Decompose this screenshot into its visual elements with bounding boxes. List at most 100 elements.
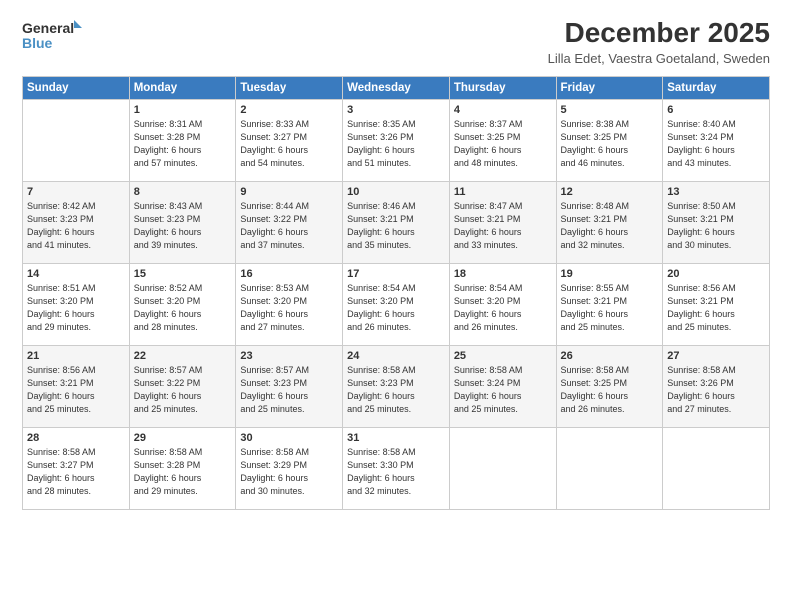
day-info: Sunrise: 8:58 AMSunset: 3:28 PMDaylight:… xyxy=(134,446,232,498)
day-number: 21 xyxy=(27,350,125,362)
day-number: 16 xyxy=(240,268,338,280)
header-cell-thursday: Thursday xyxy=(449,76,556,99)
day-cell: 19 Sunrise: 8:55 AMSunset: 3:21 PMDayligh… xyxy=(556,263,663,345)
day-number: 13 xyxy=(667,186,765,198)
svg-text:Blue: Blue xyxy=(22,35,53,51)
day-number: 30 xyxy=(240,432,338,444)
day-info: Sunrise: 8:31 AMSunset: 3:28 PMDaylight:… xyxy=(134,118,232,170)
week-row-2: 7 Sunrise: 8:42 AMSunset: 3:23 PMDaylight… xyxy=(23,181,770,263)
day-number: 17 xyxy=(347,268,445,280)
svg-text:General: General xyxy=(22,20,74,36)
day-info: Sunrise: 8:57 AMSunset: 3:23 PMDaylight:… xyxy=(240,364,338,416)
day-cell: 25 Sunrise: 8:58 AMSunset: 3:24 PMDayligh… xyxy=(449,345,556,427)
day-info: Sunrise: 8:46 AMSunset: 3:21 PMDaylight:… xyxy=(347,200,445,252)
day-info: Sunrise: 8:42 AMSunset: 3:23 PMDaylight:… xyxy=(27,200,125,252)
day-info: Sunrise: 8:54 AMSunset: 3:20 PMDaylight:… xyxy=(454,282,552,334)
day-number: 28 xyxy=(27,432,125,444)
day-number: 20 xyxy=(667,268,765,280)
day-number: 4 xyxy=(454,104,552,116)
day-info: Sunrise: 8:53 AMSunset: 3:20 PMDaylight:… xyxy=(240,282,338,334)
day-info: Sunrise: 8:52 AMSunset: 3:20 PMDaylight:… xyxy=(134,282,232,334)
day-number: 2 xyxy=(240,104,338,116)
day-number: 5 xyxy=(561,104,659,116)
week-row-5: 28 Sunrise: 8:58 AMSunset: 3:27 PMDayligh… xyxy=(23,427,770,509)
day-number: 26 xyxy=(561,350,659,362)
day-number: 7 xyxy=(27,186,125,198)
day-cell: 8 Sunrise: 8:43 AMSunset: 3:23 PMDaylight… xyxy=(129,181,236,263)
day-number: 1 xyxy=(134,104,232,116)
day-cell xyxy=(23,99,130,181)
day-info: Sunrise: 8:51 AMSunset: 3:20 PMDaylight:… xyxy=(27,282,125,334)
day-info: Sunrise: 8:58 AMSunset: 3:23 PMDaylight:… xyxy=(347,364,445,416)
header-row: SundayMondayTuesdayWednesdayThursdayFrid… xyxy=(23,76,770,99)
header-cell-wednesday: Wednesday xyxy=(343,76,450,99)
day-info: Sunrise: 8:44 AMSunset: 3:22 PMDaylight:… xyxy=(240,200,338,252)
day-cell xyxy=(449,427,556,509)
day-number: 14 xyxy=(27,268,125,280)
day-info: Sunrise: 8:55 AMSunset: 3:21 PMDaylight:… xyxy=(561,282,659,334)
day-cell: 14 Sunrise: 8:51 AMSunset: 3:20 PMDayligh… xyxy=(23,263,130,345)
week-row-3: 14 Sunrise: 8:51 AMSunset: 3:20 PMDayligh… xyxy=(23,263,770,345)
day-cell: 7 Sunrise: 8:42 AMSunset: 3:23 PMDaylight… xyxy=(23,181,130,263)
day-number: 8 xyxy=(134,186,232,198)
day-number: 22 xyxy=(134,350,232,362)
day-info: Sunrise: 8:43 AMSunset: 3:23 PMDaylight:… xyxy=(134,200,232,252)
day-cell xyxy=(663,427,770,509)
day-cell: 15Sunrise: 8:52 AMSunset: 3:20 PMDayligh… xyxy=(129,263,236,345)
week-row-1: 1 Sunrise: 8:31 AMSunset: 3:28 PMDaylight… xyxy=(23,99,770,181)
title-block: December 2025 Lilla Edet, Vaestra Goetal… xyxy=(548,18,770,66)
day-cell: 23Sunrise: 8:57 AMSunset: 3:23 PMDayligh… xyxy=(236,345,343,427)
day-number: 19 xyxy=(561,268,659,280)
day-cell: 1 Sunrise: 8:31 AMSunset: 3:28 PMDaylight… xyxy=(129,99,236,181)
day-info: Sunrise: 8:37 AMSunset: 3:25 PMDaylight:… xyxy=(454,118,552,170)
subtitle: Lilla Edet, Vaestra Goetaland, Sweden xyxy=(548,51,770,66)
day-info: Sunrise: 8:48 AMSunset: 3:21 PMDaylight:… xyxy=(561,200,659,252)
day-cell: 26 Sunrise: 8:58 AMSunset: 3:25 PMDayligh… xyxy=(556,345,663,427)
day-cell: 28 Sunrise: 8:58 AMSunset: 3:27 PMDayligh… xyxy=(23,427,130,509)
day-info: Sunrise: 8:56 AMSunset: 3:21 PMDaylight:… xyxy=(667,282,765,334)
day-info: Sunrise: 8:58 AMSunset: 3:27 PMDaylight:… xyxy=(27,446,125,498)
day-cell: 5 Sunrise: 8:38 AMSunset: 3:25 PMDaylight… xyxy=(556,99,663,181)
day-cell: 31 Sunrise: 8:58 AMSunset: 3:30 PMDayligh… xyxy=(343,427,450,509)
day-number: 24 xyxy=(347,350,445,362)
header-cell-saturday: Saturday xyxy=(663,76,770,99)
day-info: Sunrise: 8:40 AMSunset: 3:24 PMDaylight:… xyxy=(667,118,765,170)
day-cell: 11Sunrise: 8:47 AMSunset: 3:21 PMDayligh… xyxy=(449,181,556,263)
day-info: Sunrise: 8:58 AMSunset: 3:30 PMDaylight:… xyxy=(347,446,445,498)
day-cell: 4 Sunrise: 8:37 AMSunset: 3:25 PMDaylight… xyxy=(449,99,556,181)
day-number: 27 xyxy=(667,350,765,362)
day-number: 3 xyxy=(347,104,445,116)
day-cell: 20 Sunrise: 8:56 AMSunset: 3:21 PMDayligh… xyxy=(663,263,770,345)
day-cell: 30 Sunrise: 8:58 AMSunset: 3:29 PMDayligh… xyxy=(236,427,343,509)
day-info: Sunrise: 8:56 AMSunset: 3:21 PMDaylight:… xyxy=(27,364,125,416)
day-info: Sunrise: 8:58 AMSunset: 3:26 PMDaylight:… xyxy=(667,364,765,416)
day-info: Sunrise: 8:38 AMSunset: 3:25 PMDaylight:… xyxy=(561,118,659,170)
day-cell: 2 Sunrise: 8:33 AMSunset: 3:27 PMDaylight… xyxy=(236,99,343,181)
header-cell-friday: Friday xyxy=(556,76,663,99)
day-cell: 12Sunrise: 8:48 AMSunset: 3:21 PMDayligh… xyxy=(556,181,663,263)
calendar-table: SundayMondayTuesdayWednesdayThursdayFrid… xyxy=(22,76,770,510)
day-cell xyxy=(556,427,663,509)
day-number: 25 xyxy=(454,350,552,362)
day-cell: 9Sunrise: 8:44 AMSunset: 3:22 PMDaylight… xyxy=(236,181,343,263)
day-info: Sunrise: 8:58 AMSunset: 3:25 PMDaylight:… xyxy=(561,364,659,416)
day-info: Sunrise: 8:54 AMSunset: 3:20 PMDaylight:… xyxy=(347,282,445,334)
day-info: Sunrise: 8:58 AMSunset: 3:29 PMDaylight:… xyxy=(240,446,338,498)
day-info: Sunrise: 8:58 AMSunset: 3:24 PMDaylight:… xyxy=(454,364,552,416)
day-cell: 22Sunrise: 8:57 AMSunset: 3:22 PMDayligh… xyxy=(129,345,236,427)
day-cell: 3 Sunrise: 8:35 AMSunset: 3:26 PMDaylight… xyxy=(343,99,450,181)
day-number: 10 xyxy=(347,186,445,198)
header-cell-tuesday: Tuesday xyxy=(236,76,343,99)
day-cell: 21 Sunrise: 8:56 AMSunset: 3:21 PMDayligh… xyxy=(23,345,130,427)
day-info: Sunrise: 8:47 AMSunset: 3:21 PMDaylight:… xyxy=(454,200,552,252)
day-number: 31 xyxy=(347,432,445,444)
day-cell: 6 Sunrise: 8:40 AMSunset: 3:24 PMDaylight… xyxy=(663,99,770,181)
day-cell: 27 Sunrise: 8:58 AMSunset: 3:26 PMDayligh… xyxy=(663,345,770,427)
page: General Blue December 2025 Lilla Edet, V… xyxy=(0,0,792,612)
day-number: 6 xyxy=(667,104,765,116)
day-cell: 18Sunrise: 8:54 AMSunset: 3:20 PMDayligh… xyxy=(449,263,556,345)
header: General Blue December 2025 Lilla Edet, V… xyxy=(22,18,770,66)
day-cell: 13Sunrise: 8:50 AMSunset: 3:21 PMDayligh… xyxy=(663,181,770,263)
day-info: Sunrise: 8:33 AMSunset: 3:27 PMDaylight:… xyxy=(240,118,338,170)
day-info: Sunrise: 8:35 AMSunset: 3:26 PMDaylight:… xyxy=(347,118,445,170)
